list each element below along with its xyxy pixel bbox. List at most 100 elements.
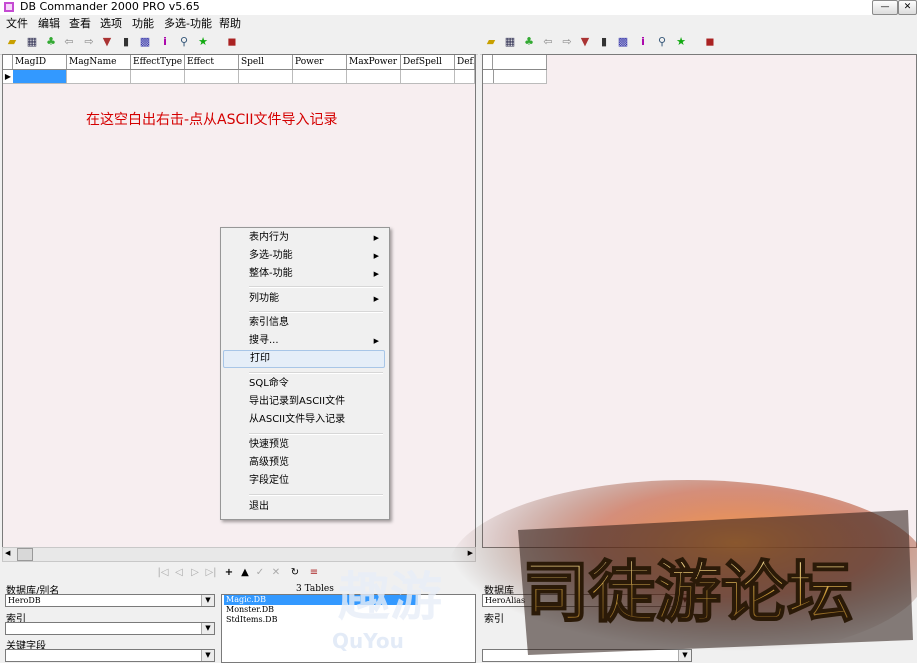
export-icon[interactable]: ⇨ — [560, 35, 574, 49]
column-header[interactable] — [493, 55, 547, 69]
column-header[interactable]: Effect — [185, 55, 239, 69]
database-select[interactable]: HeroDB ▼ — [5, 594, 215, 607]
column-header[interactable]: MaxPower — [347, 55, 401, 69]
menu-edit[interactable]: 编辑 — [38, 16, 60, 31]
grid-cell[interactable] — [131, 70, 185, 83]
menu-item-sql[interactable]: SQL命令 — [223, 375, 385, 393]
chevron-down-icon[interactable]: ▼ — [678, 595, 691, 606]
open-folder-icon[interactable]: ▰ — [5, 35, 19, 49]
run-icon[interactable]: ★ — [674, 35, 688, 49]
arrow-left-icon[interactable]: ⇦ — [62, 35, 76, 49]
menu-item-export-ascii[interactable]: 导出记录到ASCII文件 — [223, 393, 385, 411]
prev-record-icon[interactable]: ◁ — [173, 567, 185, 579]
search-key-icon[interactable]: ⚲ — [655, 35, 669, 49]
right-database-select[interactable]: HeroAlias ▼ — [482, 594, 692, 607]
grid-cell[interactable] — [13, 70, 67, 83]
cancel-edit-icon[interactable]: ✕ — [270, 567, 282, 579]
menu-multiselect[interactable]: 多选-功能 — [164, 16, 212, 31]
settings-icon[interactable]: ≡ — [308, 567, 320, 579]
book-icon[interactable]: ◼ — [225, 35, 239, 49]
chevron-down-icon[interactable]: ▼ — [201, 623, 214, 634]
trash-icon[interactable]: ▮ — [119, 35, 133, 49]
export-icon[interactable]: ⇨ — [82, 35, 96, 49]
menu-functions[interactable]: 功能 — [132, 16, 154, 31]
column-header[interactable]: DefP — [455, 55, 475, 69]
menu-item-table-actions[interactable]: 表内行为 ▶ — [223, 229, 385, 247]
search-key-icon[interactable]: ⚲ — [177, 35, 191, 49]
grid-cell[interactable] — [455, 70, 475, 83]
arrow-left-icon[interactable]: ⇦ — [541, 35, 555, 49]
minimize-button[interactable]: — — [872, 0, 898, 15]
column-header[interactable]: MagID — [13, 55, 67, 69]
trash-icon[interactable]: ▮ — [597, 35, 611, 49]
column-header[interactable]: Spell — [239, 55, 293, 69]
post-icon[interactable]: ✓ — [254, 567, 266, 579]
grid-cell[interactable] — [239, 70, 293, 83]
right-data-grid[interactable] — [482, 54, 917, 548]
close-button[interactable]: ✕ — [898, 0, 917, 15]
column-header[interactable]: MagName — [67, 55, 131, 69]
run-icon[interactable]: ★ — [196, 35, 210, 49]
menu-file[interactable]: 文件 — [6, 16, 28, 31]
first-record-icon[interactable]: |◁ — [157, 567, 169, 579]
grid-edit-icon[interactable]: ▩ — [138, 35, 152, 49]
menu-item-field-locate[interactable]: 字段定位 — [223, 472, 385, 490]
keyfield-select[interactable]: ▼ — [5, 649, 215, 662]
scroll-right-icon[interactable]: ▶ — [468, 549, 473, 557]
table-row[interactable] — [483, 70, 547, 84]
menu-item-import-ascii[interactable]: 从ASCII文件导入记录 — [223, 411, 385, 429]
next-record-icon[interactable]: ▷ — [189, 567, 201, 579]
menu-item-label: 列功能 — [249, 293, 279, 304]
open-folder-icon[interactable]: ▰ — [484, 35, 498, 49]
grid-cell[interactable] — [185, 70, 239, 83]
info-icon[interactable]: i — [636, 35, 650, 49]
last-record-icon[interactable]: ▷| — [205, 567, 217, 579]
list-item[interactable]: Magic.DB — [224, 595, 418, 605]
menu-view[interactable]: 查看 — [69, 16, 91, 31]
grid-cell[interactable] — [67, 70, 131, 83]
left-toolbar: ▰ ▦ ♣ ⇦ ⇨ ▼ ▮ ▩ i ⚲ ★ ◼ — [0, 32, 478, 55]
right-keyfield-select[interactable]: ▼ — [482, 649, 692, 662]
filter-icon[interactable]: ♣ — [44, 35, 58, 49]
refresh-icon[interactable]: ↻ — [289, 567, 301, 579]
list-item[interactable]: Monster.DB — [224, 605, 276, 615]
grid-cell[interactable] — [493, 70, 547, 83]
book-icon[interactable]: ◼ — [703, 35, 717, 49]
menu-options[interactable]: 选项 — [100, 16, 122, 31]
menu-help[interactable]: 帮助 — [219, 16, 241, 31]
grid-cell[interactable] — [293, 70, 347, 83]
table-icon[interactable]: ▦ — [25, 35, 39, 49]
chevron-down-icon[interactable]: ▼ — [201, 595, 214, 606]
sort-icon[interactable]: ▼ — [578, 35, 592, 49]
info-icon[interactable]: i — [158, 35, 172, 49]
sort-icon[interactable]: ▼ — [100, 35, 114, 49]
grid-edit-icon[interactable]: ▩ — [616, 35, 630, 49]
list-item[interactable]: StdItems.DB — [224, 615, 279, 625]
menu-item-advanced-preview[interactable]: 高级预览 — [223, 454, 385, 472]
add-record-icon[interactable]: + — [223, 567, 235, 579]
move-up-icon[interactable]: ▲ — [239, 567, 251, 579]
table-list[interactable]: Magic.DB Monster.DB StdItems.DB — [221, 594, 476, 663]
grid-cell[interactable] — [401, 70, 455, 83]
column-header[interactable]: DefSpell — [401, 55, 455, 69]
menu-item-multiselect[interactable]: 多选-功能 ▶ — [223, 247, 385, 265]
table-row[interactable]: ▶ — [3, 70, 475, 84]
column-header[interactable]: EffectType — [131, 55, 185, 69]
table-icon[interactable]: ▦ — [503, 35, 517, 49]
menu-item-column-functions[interactable]: 列功能 ▶ — [223, 290, 385, 308]
menu-item-search[interactable]: 搜寻... ▶ — [223, 332, 385, 350]
menu-item-print[interactable]: 打印 — [223, 350, 385, 368]
filter-icon[interactable]: ♣ — [522, 35, 536, 49]
menu-item-index-info[interactable]: 索引信息 — [223, 314, 385, 332]
scroll-left-icon[interactable]: ◀ — [5, 549, 10, 557]
grid-cell[interactable] — [347, 70, 401, 83]
menu-item-exit[interactable]: 退出 — [223, 498, 385, 516]
menu-item-quick-preview[interactable]: 快速预览 — [223, 436, 385, 454]
scroll-thumb[interactable] — [17, 548, 33, 561]
chevron-down-icon[interactable]: ▼ — [201, 650, 214, 661]
column-header[interactable]: Power — [293, 55, 347, 69]
index-select[interactable]: ▼ — [5, 622, 215, 635]
left-horizontal-scrollbar[interactable]: ◀ ▶ — [2, 547, 476, 562]
chevron-down-icon[interactable]: ▼ — [678, 650, 691, 661]
menu-item-global[interactable]: 整体-功能 ▶ — [223, 265, 385, 283]
